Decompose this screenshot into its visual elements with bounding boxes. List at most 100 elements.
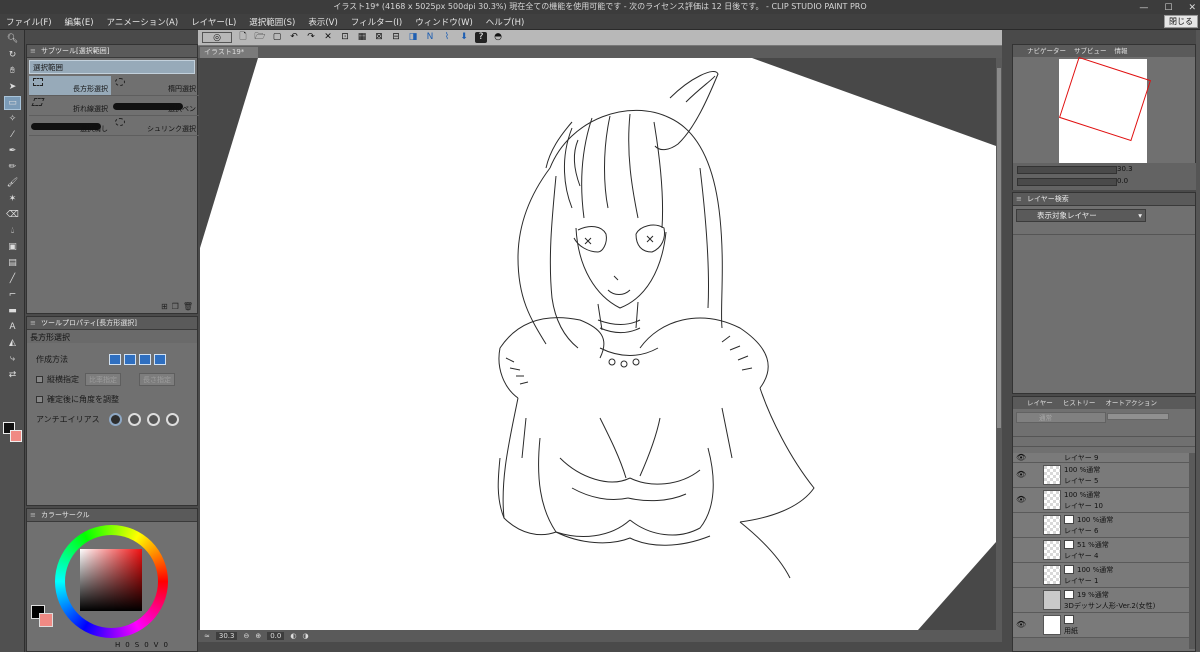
snap-perspective-icon[interactable]: ⌇ (441, 32, 453, 43)
antialias-none-icon[interactable] (109, 412, 122, 426)
text-tool-icon[interactable]: A (4, 320, 21, 334)
zoom-tool-icon[interactable]: 🔍︎ (4, 32, 21, 46)
clear-icon[interactable]: ✕ (322, 32, 334, 43)
menu-view[interactable]: 表示(V) (308, 16, 337, 28)
snap-grid-icon[interactable]: N (424, 32, 436, 43)
sub-color-swatch[interactable] (10, 430, 22, 442)
scrollbar-thumb[interactable] (997, 68, 1001, 428)
help-icon[interactable]: ? (475, 32, 487, 43)
subtool-polyline-select[interactable]: 折れ線選択 (29, 96, 111, 116)
saturation-value-square[interactable] (80, 549, 142, 611)
blend-tool-icon[interactable]: 💧︎ (4, 224, 21, 238)
tab-navigator[interactable]: ナビゲーター (1027, 45, 1066, 57)
subtool-ellipse-select[interactable]: 楕円選択 (111, 76, 199, 96)
snap-special-icon[interactable]: ⬇ (458, 32, 470, 43)
minimize-button[interactable]: — (1139, 1, 1148, 15)
auto-select-tool-icon[interactable]: ✧ (4, 112, 21, 126)
eye-icon[interactable]: 👁︎ (1016, 621, 1028, 629)
deselect-icon[interactable]: ⊠ (373, 32, 385, 43)
eraser-tool-icon[interactable]: ⌫ (4, 208, 21, 222)
airbrush-tool-icon[interactable]: ✶ (4, 192, 21, 206)
menu-filter[interactable]: フィルター(I) (351, 16, 402, 28)
blend-mode-dropdown[interactable]: 通常 (1016, 412, 1106, 423)
zoom-readout[interactable]: 30.3 (215, 632, 238, 640)
layer-row[interactable]: 👁︎ 100 %通常 レイヤー 10 (1013, 488, 1189, 513)
gradient-tool-icon[interactable]: ▤ (4, 256, 21, 270)
eye-icon[interactable]: 👁︎ (1016, 471, 1028, 479)
intersect-selection-icon[interactable] (154, 353, 166, 365)
menu-edit[interactable]: 編集(E) (65, 16, 94, 28)
transform-icon[interactable]: ⊡ (339, 32, 351, 43)
zoom-in-icon[interactable]: ⊕ (255, 632, 261, 640)
document-tab[interactable]: イラスト19* (200, 47, 258, 58)
tab-auto-action[interactable]: オートアクション (1105, 397, 1157, 409)
rotate-right-icon[interactable]: ◑ (302, 632, 308, 640)
new-selection-icon[interactable] (109, 353, 121, 365)
navigator-toggle-icon[interactable]: ≈ (204, 632, 210, 640)
adjust-angle-checkbox[interactable] (36, 395, 43, 403)
hand-tool-icon[interactable]: ✋︎ (4, 64, 21, 78)
subtool-settings-icon[interactable]: ⊞ (161, 302, 168, 311)
save-icon[interactable]: ▢ (271, 32, 283, 43)
angle-readout[interactable]: 0.0 (267, 632, 285, 640)
ratio-button[interactable]: 比率指定 (85, 372, 121, 386)
invert-selection-icon[interactable]: ⊟ (390, 32, 402, 43)
ruler-tool-icon[interactable]: ▬ (4, 304, 21, 318)
size-button[interactable]: 長さ指定 (139, 372, 175, 386)
menu-animation[interactable]: アニメーション(A) (107, 16, 179, 28)
fill-tool-icon[interactable]: ▣ (4, 240, 21, 254)
menu-file[interactable]: ファイル(F) (6, 16, 52, 28)
new-file-icon[interactable]: 🗋︎ (237, 32, 249, 43)
subtool-shrink-select[interactable]: シュリンク選択 (111, 116, 199, 136)
menu-layer[interactable]: レイヤー(L) (191, 16, 236, 28)
zoom-slider[interactable] (1017, 166, 1117, 174)
clip-studio-icon[interactable]: ◎ (202, 32, 232, 43)
open-file-icon[interactable]: 🗁︎ (254, 32, 266, 43)
navigator-preview[interactable] (1058, 56, 1152, 163)
antialias-strong-icon[interactable] (166, 412, 179, 426)
balloon-tool-icon[interactable]: ◭ (4, 336, 21, 350)
layer-row[interactable]: 100 %通常 レイヤー 1 (1013, 563, 1189, 588)
add-selection-icon[interactable] (124, 353, 136, 365)
operation-tool-icon[interactable]: ➤ (4, 80, 21, 94)
layer-search-header[interactable]: レイヤー検索 (1013, 193, 1195, 206)
undo-icon[interactable]: ↶ (288, 32, 300, 43)
redo-icon[interactable]: ↷ (305, 32, 317, 43)
snap-ruler-icon[interactable]: ◨ (407, 32, 419, 43)
tab-subview[interactable]: サブビュー (1074, 45, 1107, 57)
subtract-selection-icon[interactable] (139, 353, 151, 365)
brush-tool-icon[interactable]: 🖌︎ (4, 176, 21, 190)
antialias-weak-icon[interactable] (128, 412, 141, 426)
subtool-copy-icon[interactable]: ❐ (172, 302, 179, 311)
menu-help[interactable]: ヘルプ(H) (486, 16, 525, 28)
swap-color-icon[interactable]: ⇄ (4, 368, 21, 382)
eye-icon[interactable]: 👁︎ (1016, 496, 1028, 504)
canvas-area[interactable] (200, 58, 996, 630)
figure-tool-icon[interactable]: ╱ (4, 272, 21, 286)
menu-selection[interactable]: 選択範囲(S) (249, 16, 295, 28)
fill-selection-icon[interactable]: ▦ (356, 32, 368, 43)
layer-row[interactable]: 51 %通常 レイヤー 4 (1013, 538, 1189, 563)
pen-tool-icon[interactable]: ✒︎ (4, 144, 21, 158)
clip-studio-assets-icon[interactable]: ◓ (492, 32, 504, 43)
tab-layer[interactable]: レイヤー (1027, 397, 1053, 409)
view-frame[interactable] (1058, 56, 1152, 142)
menu-window[interactable]: ウィンドウ(W) (415, 16, 473, 28)
subtool-select-pen[interactable]: 選択ペン (111, 96, 199, 116)
pencil-tool-icon[interactable]: ✏︎ (4, 160, 21, 174)
frame-tool-icon[interactable]: ⌐ (4, 288, 21, 302)
tab-history[interactable]: ヒストリー (1063, 397, 1096, 409)
canvas-vertical-scrollbar[interactable] (996, 58, 1002, 630)
layer-list-scrollbar[interactable] (1189, 453, 1195, 649)
angle-slider[interactable] (1017, 178, 1117, 186)
layer-row[interactable]: 👁︎ レイヤー 9 (1013, 453, 1189, 463)
rotate-left-icon[interactable]: ◐ (290, 632, 296, 640)
sub-color-chip[interactable] (39, 613, 53, 627)
subtool-group-selection[interactable]: 選択範囲 (29, 60, 195, 74)
eye-icon[interactable]: 👁︎ (1016, 454, 1028, 462)
layer-row[interactable]: 👁︎ 100 %通常 レイヤー 5 (1013, 463, 1189, 488)
tab-info[interactable]: 情報 (1115, 45, 1128, 57)
layer-search-dropdown[interactable]: 表示対象レイヤー (1016, 209, 1146, 222)
eyedropper-tool-icon[interactable]: ⁄ (4, 128, 21, 142)
selection-tool-icon[interactable]: ▭ (4, 96, 21, 110)
